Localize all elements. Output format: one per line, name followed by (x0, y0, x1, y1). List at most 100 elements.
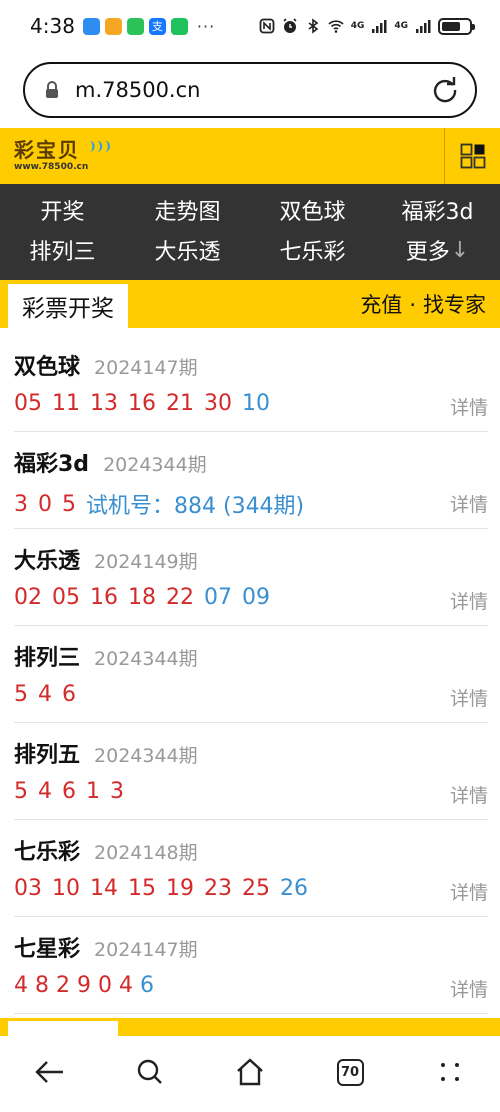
site-logo[interactable]: 彩宝贝))) www.78500.cn (0, 139, 111, 173)
winning-numbers: 02 05 16 18 22 07 09 (14, 585, 280, 610)
lottery-name: 双色球 (14, 355, 81, 380)
lottery-name: 排列三 (14, 646, 81, 671)
winning-numbers: 4 8 2 9 0 4 6 (14, 973, 161, 998)
address-bar[interactable]: m.78500.cn (23, 62, 477, 118)
red-ball: 13 (90, 391, 118, 416)
period: 2024148期 (94, 842, 198, 864)
red-ball: 14 (90, 876, 118, 901)
detail-link[interactable]: 详情 (450, 587, 488, 614)
signal-waves-icon: ))) (90, 139, 114, 153)
lock-icon (46, 81, 58, 98)
status-bar: 4:38 支 ··· 4G 4G (0, 0, 500, 52)
logo-domain: www.78500.cn (14, 162, 89, 172)
trial-number: 试机号：884 (344期) (86, 494, 305, 519)
down-arrow-icon: ↓ (450, 237, 470, 263)
red-ball: 4 (119, 973, 133, 998)
red-ball: 4 (38, 682, 52, 707)
nav-item-pl3[interactable]: 排列三 (0, 230, 125, 270)
url-text[interactable]: m.78500.cn (75, 78, 431, 102)
nav-item-dlt[interactable]: 大乐透 (125, 230, 250, 270)
red-ball: 16 (128, 391, 156, 416)
red-ball: 05 (14, 391, 42, 416)
red-ball: 0 (38, 491, 52, 517)
site-header: 彩宝贝))) www.78500.cn (0, 128, 500, 184)
back-arrow-icon (35, 1061, 63, 1083)
alipay-icon: 支 (148, 17, 166, 35)
lottery-name: 七乐彩 (14, 840, 81, 865)
blue-ball: 09 (242, 585, 270, 610)
detail-link[interactable]: 详情 (450, 490, 488, 517)
detail-link[interactable]: 详情 (450, 393, 488, 420)
detail-link[interactable]: 详情 (450, 684, 488, 711)
logo-text: 彩宝贝))) (14, 139, 111, 161)
red-ball: 2 (56, 973, 70, 998)
red-ball: 3 (14, 491, 28, 517)
red-ball: 02 (14, 585, 42, 610)
result-row-pl5[interactable]: 排列五 2024344期 5 4 6 1 3 详情 (14, 723, 488, 820)
wechat-icon (170, 17, 188, 35)
nav-item-draw[interactable]: 开奖 (0, 190, 125, 230)
tab-lottery-results[interactable]: 彩票开奖 (8, 284, 128, 328)
search-button[interactable] (128, 1050, 172, 1094)
red-ball: 05 (52, 585, 80, 610)
red-ball: 10 (52, 876, 80, 901)
red-ball: 15 (128, 876, 156, 901)
red-ball: 19 (166, 876, 194, 901)
red-ball: 3 (110, 779, 124, 804)
red-ball: 8 (35, 973, 49, 998)
result-row-fc3d[interactable]: 福彩3d 2024344期 3 0 5 试机号：884 (344期) 详情 (14, 432, 488, 529)
result-row-pl3[interactable]: 排列三 2024344期 5 4 6 详情 (14, 626, 488, 723)
find-expert-link[interactable]: 找专家 (423, 293, 486, 317)
lottery-name: 大乐透 (14, 549, 81, 574)
blue-ball: 07 (204, 585, 232, 610)
red-ball: 4 (38, 779, 52, 804)
category-menu-button[interactable] (444, 128, 500, 184)
nav-item-ssq[interactable]: 双色球 (250, 190, 375, 230)
browser-bottom-nav: 70 (0, 1036, 500, 1112)
period: 2024344期 (94, 648, 198, 670)
result-row-dlt[interactable]: 大乐透 2024149期 02 05 16 18 22 07 09 详情 (14, 529, 488, 626)
reload-icon[interactable] (431, 76, 459, 104)
red-ball: 23 (204, 876, 232, 901)
result-row-qlc[interactable]: 七乐彩 2024148期 03 10 14 15 19 23 25 26 详情 (14, 820, 488, 917)
next-section-tab (8, 1021, 118, 1036)
back-button[interactable] (28, 1050, 72, 1094)
recharge-link[interactable]: 充值 (360, 293, 402, 317)
period: 2024344期 (94, 745, 198, 767)
nav-item-fc3d[interactable]: 福彩3d (375, 190, 500, 230)
detail-link[interactable]: 详情 (450, 878, 488, 905)
home-icon (237, 1058, 263, 1086)
red-ball: 18 (128, 585, 156, 610)
menu-dots-icon (441, 1063, 459, 1081)
detail-link[interactable]: 详情 (450, 975, 488, 1002)
home-button[interactable] (228, 1050, 272, 1094)
red-ball: 03 (14, 876, 42, 901)
app-notification-icon (126, 17, 144, 35)
red-ball: 1 (86, 779, 100, 804)
period: 2024147期 (94, 357, 198, 379)
notification-icons: 支 ··· (82, 16, 216, 36)
result-row-ssq[interactable]: 双色球 2024147期 05 11 13 16 21 30 10 详情 (14, 335, 488, 432)
red-ball: 5 (62, 491, 76, 517)
period: 2024149期 (94, 551, 198, 573)
nav-item-more[interactable]: 更多 ↓ (375, 230, 500, 270)
result-row-qxc[interactable]: 七星彩 2024147期 4 8 2 9 0 4 6 详情 (14, 917, 488, 1014)
bluetooth-icon (308, 18, 319, 34)
nfc-icon (259, 18, 275, 34)
period: 2024147期 (94, 939, 198, 961)
menu-button[interactable] (428, 1050, 472, 1094)
red-ball: 11 (52, 391, 80, 416)
search-icon (137, 1059, 162, 1084)
tabs-icon: 70 (336, 1058, 364, 1086)
more-notifications-icon: ··· (196, 16, 216, 36)
nav-item-qlc[interactable]: 七乐彩 (250, 230, 375, 270)
section-header: 彩票开奖 充值 · 找专家 (0, 280, 500, 328)
tabs-button[interactable]: 70 (328, 1050, 372, 1094)
detail-link[interactable]: 详情 (450, 781, 488, 808)
blue-ball: 6 (140, 973, 154, 998)
lottery-name: 七星彩 (14, 937, 81, 962)
battery-icon (438, 17, 475, 35)
red-ball: 21 (166, 391, 194, 416)
winning-numbers: 5 4 6 1 3 (14, 779, 134, 804)
nav-item-trend[interactable]: 走势图 (125, 190, 250, 230)
